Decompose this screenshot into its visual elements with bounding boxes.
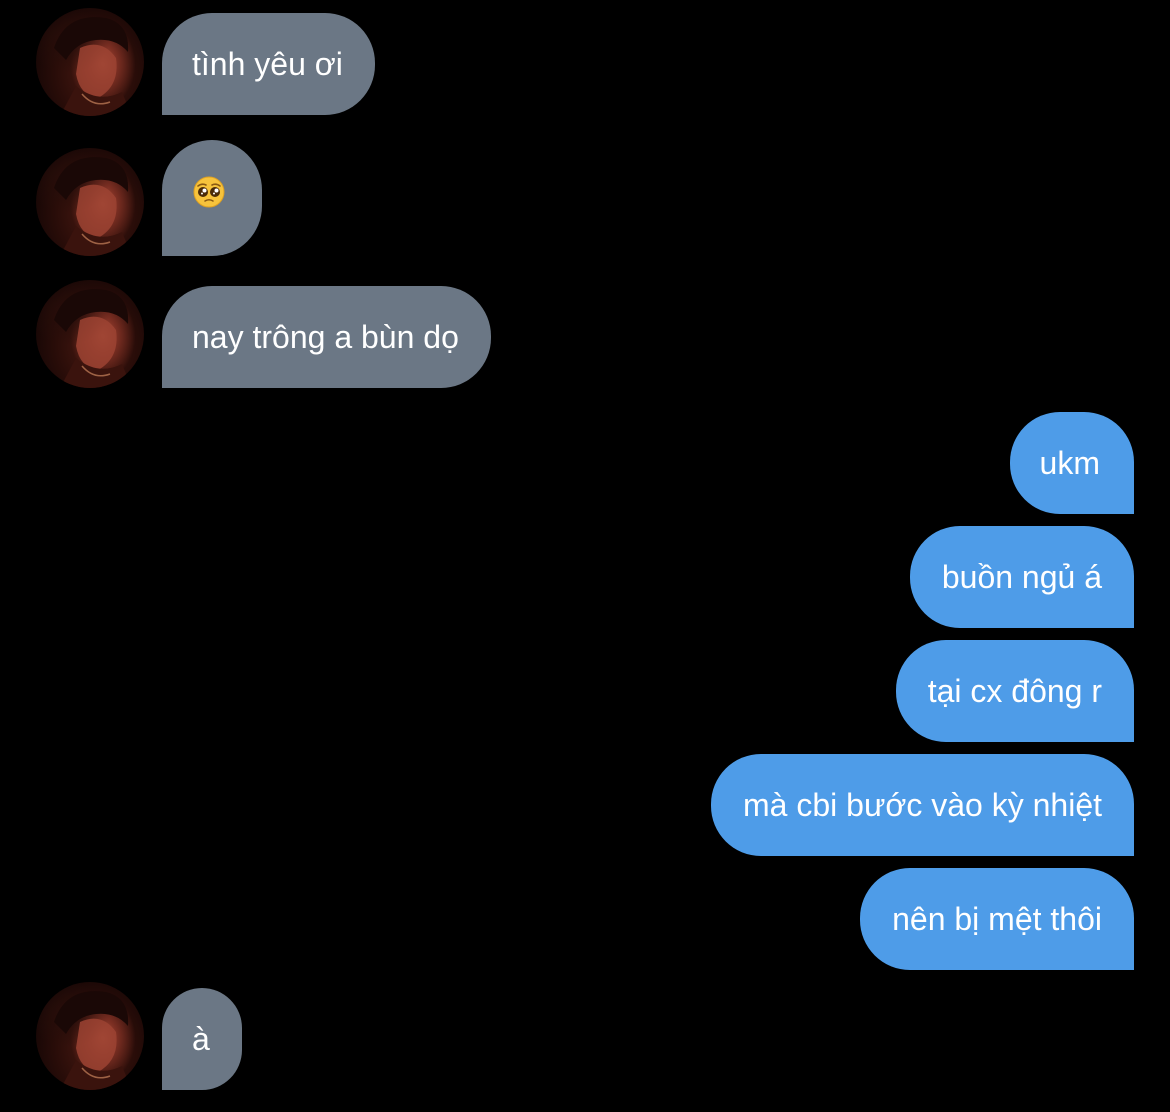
message-bubble-outgoing[interactable]: tại cx đông r [895, 640, 1134, 742]
message-bubble-outgoing[interactable]: buồn ngủ á [909, 526, 1134, 628]
message-bubble-outgoing[interactable]: nên bị mệt thôi [860, 868, 1134, 970]
message-bubble-outgoing[interactable]: mà cbi bước vào kỳ nhiệt [711, 754, 1134, 856]
message-bubble-incoming[interactable]: nay trông a bùn dọ [162, 286, 491, 388]
chat-thread: tình yêu ơi nay trông a bùn dọ ukm buồn … [0, 0, 1170, 1112]
message-bubble-incoming[interactable]: à [162, 988, 242, 1090]
message-bubble-outgoing[interactable]: ukm [1009, 412, 1134, 514]
contact-avatar[interactable] [36, 280, 144, 388]
contact-avatar[interactable] [36, 982, 144, 1090]
pleading-face-emoji-icon [192, 140, 226, 256]
profile-photo-avatar-icon [54, 991, 132, 1090]
message-bubble-incoming[interactable] [162, 140, 262, 256]
contact-avatar[interactable] [36, 148, 144, 256]
profile-photo-avatar-icon [54, 17, 132, 116]
message-bubble-incoming[interactable]: tình yêu ơi [162, 13, 375, 115]
contact-avatar[interactable] [36, 8, 144, 116]
profile-photo-avatar-icon [54, 157, 132, 256]
profile-photo-avatar-icon [54, 289, 132, 388]
